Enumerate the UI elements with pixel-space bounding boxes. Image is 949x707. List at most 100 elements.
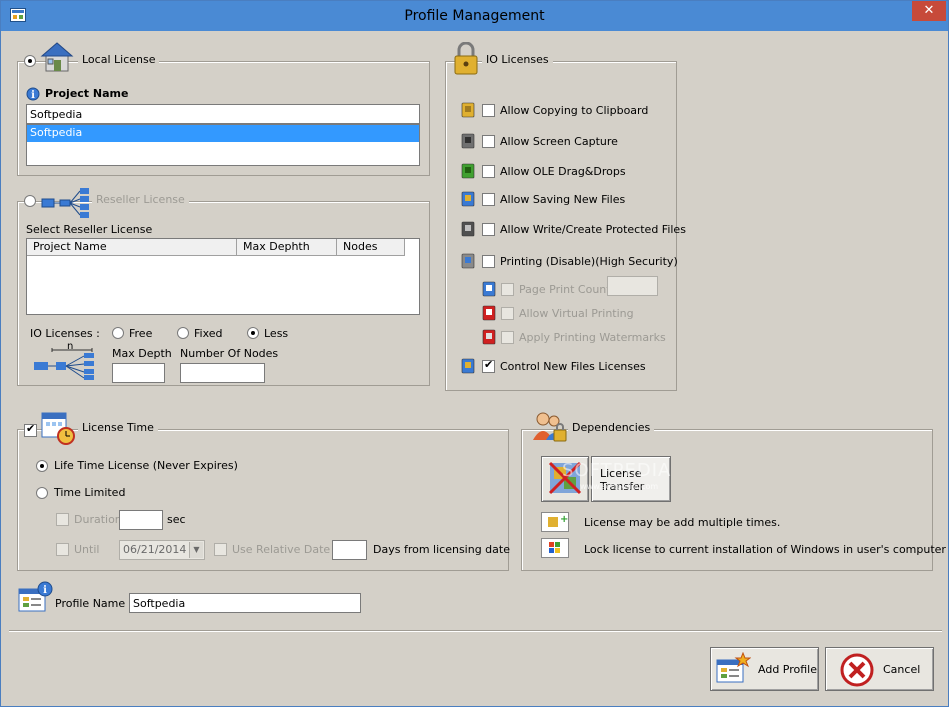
io-license-label: Control New Files Licenses [500, 360, 646, 373]
duration-input[interactable] [119, 510, 163, 530]
number-of-nodes-label: Number Of Nodes [180, 347, 279, 360]
drag-arrow-icon [461, 163, 475, 179]
column-header-project-name[interactable]: Project Name [27, 239, 237, 256]
io-license-checkbox[interactable] [501, 307, 514, 320]
io-license-checkbox[interactable] [482, 104, 495, 117]
max-depth-label: Max Depth [112, 347, 172, 360]
dependencies-label: Dependencies [568, 421, 655, 434]
io-license-label: Allow OLE Drag&Drops [500, 165, 626, 178]
local-license-radio[interactable] [24, 55, 36, 67]
io-license-checkbox[interactable] [501, 331, 514, 344]
fixed-radio[interactable] [177, 327, 189, 339]
users-lock-icon [533, 412, 567, 442]
io-license-checkbox[interactable] [482, 223, 495, 236]
io-license-checkbox[interactable] [482, 135, 495, 148]
until-checkbox[interactable] [56, 543, 69, 556]
project-list-item[interactable]: Softpedia [27, 125, 419, 142]
svg-text:i: i [31, 90, 35, 101]
column-header-nodes[interactable]: Nodes [337, 239, 405, 256]
max-depth-input[interactable] [112, 363, 165, 383]
relative-days-input[interactable] [332, 540, 367, 560]
reseller-license-list[interactable]: Project Name Max Dephth Nodes [26, 238, 420, 315]
profile-management-window: Profile Management ✕ Local License i Pro… [0, 0, 949, 707]
close-button[interactable]: ✕ [912, 1, 946, 21]
window-title: Profile Management [404, 8, 545, 24]
svg-text:i: i [43, 585, 47, 596]
add-profile-label: Add Profile [758, 663, 817, 676]
add-profile-button[interactable]: Add Profile [710, 647, 819, 691]
io-license-label: Allow Screen Capture [500, 135, 618, 148]
printer-icon [461, 253, 475, 269]
profile-name-label: Profile Name : [55, 597, 133, 610]
io-license-label: Allow Saving New Files [500, 193, 626, 206]
profile-info-icon: i [18, 581, 53, 612]
depth-tree-icon [34, 348, 94, 380]
lock-to-windows-label: Lock license to current installation of … [584, 543, 946, 556]
io-license-checkbox[interactable] [482, 165, 495, 178]
reseller-license-radio[interactable] [24, 195, 36, 207]
reseller-license-label: Reseller License [92, 193, 189, 206]
column-header-max-depth[interactable]: Max Dephth [237, 239, 337, 256]
free-label: Free [129, 327, 153, 340]
softpedia-watermark: SOFTPEDIA [562, 460, 672, 481]
cancel-label: Cancel [883, 663, 921, 676]
lifetime-license-radio[interactable] [36, 460, 48, 472]
io-licenses-label: IO Licenses [482, 53, 553, 66]
io-license-checkbox[interactable] [482, 358, 495, 373]
time-limited-radio[interactable] [36, 487, 48, 499]
io-licenses-option-label: IO Licenses : [30, 327, 100, 340]
page-count-icon [482, 281, 496, 297]
lifetime-license-label: Life Time License (Never Expires) [54, 459, 238, 472]
use-relative-date-label: Use Relative Date : [232, 543, 338, 556]
free-radio[interactable] [112, 327, 124, 339]
local-license-label: Local License [78, 53, 160, 66]
less-label: Less [264, 327, 289, 340]
bottom-separator [9, 630, 942, 632]
until-date-picker[interactable]: 06/21/2014 ▼ [119, 540, 205, 560]
svg-text:+: + [560, 514, 568, 525]
until-label: Until [74, 543, 100, 556]
less-radio[interactable] [247, 327, 259, 339]
multiple-times-label: License may be add multiple times. [584, 516, 781, 529]
fixed-label: Fixed [194, 327, 223, 340]
io-license-checkbox[interactable] [482, 193, 495, 206]
cancel-button[interactable]: Cancel [825, 647, 934, 691]
io-license-label: Allow Copying to Clipboard [500, 104, 649, 117]
clipboard-icon [461, 102, 475, 118]
time-limited-label: Time Limited [54, 486, 126, 499]
io-license-label: Allow Write/Create Protected Files [500, 223, 686, 236]
io-license-label: Apply Printing Watermarks [519, 331, 666, 344]
info-icon: i [26, 87, 40, 101]
dependencies-group: Dependencies License Transfer SOFTPEDIA … [521, 412, 946, 571]
io-license-label: Printing (Disable)(High Security) [500, 255, 678, 268]
number-of-nodes-input[interactable] [180, 363, 265, 383]
house-icon [40, 42, 74, 72]
duration-checkbox[interactable] [56, 513, 69, 526]
profile-name-input[interactable] [129, 593, 361, 613]
project-name-input[interactable] [26, 104, 420, 124]
io-license-checkbox[interactable] [501, 283, 514, 296]
add-profile-icon [716, 652, 751, 683]
disk-icon [461, 221, 475, 237]
select-reseller-label: Select Reseller License [26, 223, 153, 236]
license-time-label: License Time [78, 421, 158, 434]
file-license-icon [461, 358, 475, 374]
save-file-icon [461, 191, 475, 207]
chevron-down-icon[interactable]: ▼ [189, 542, 203, 558]
license-time-checkbox[interactable] [24, 422, 37, 437]
project-listbox[interactable]: Softpedia [26, 124, 420, 166]
io-license-label: Page Print Count [519, 283, 611, 296]
io-license-checkbox[interactable] [482, 255, 495, 268]
license-time-group: License Time Life Time License (Never Ex… [17, 412, 510, 571]
cancel-icon [840, 653, 874, 687]
padlock-icon [454, 42, 478, 75]
camera-icon [461, 133, 475, 149]
softpedia-watermark-url: www.softpedia.com [580, 482, 659, 491]
use-relative-date-checkbox[interactable] [214, 543, 227, 556]
reseller-license-group: Reseller License Select Reseller License… [17, 188, 430, 386]
page-print-count-input[interactable] [607, 276, 658, 296]
pdf-icon [482, 305, 496, 321]
windows-logo-icon [541, 538, 569, 558]
calendar-clock-icon [41, 412, 75, 445]
duration-unit-label: sec [167, 513, 186, 526]
